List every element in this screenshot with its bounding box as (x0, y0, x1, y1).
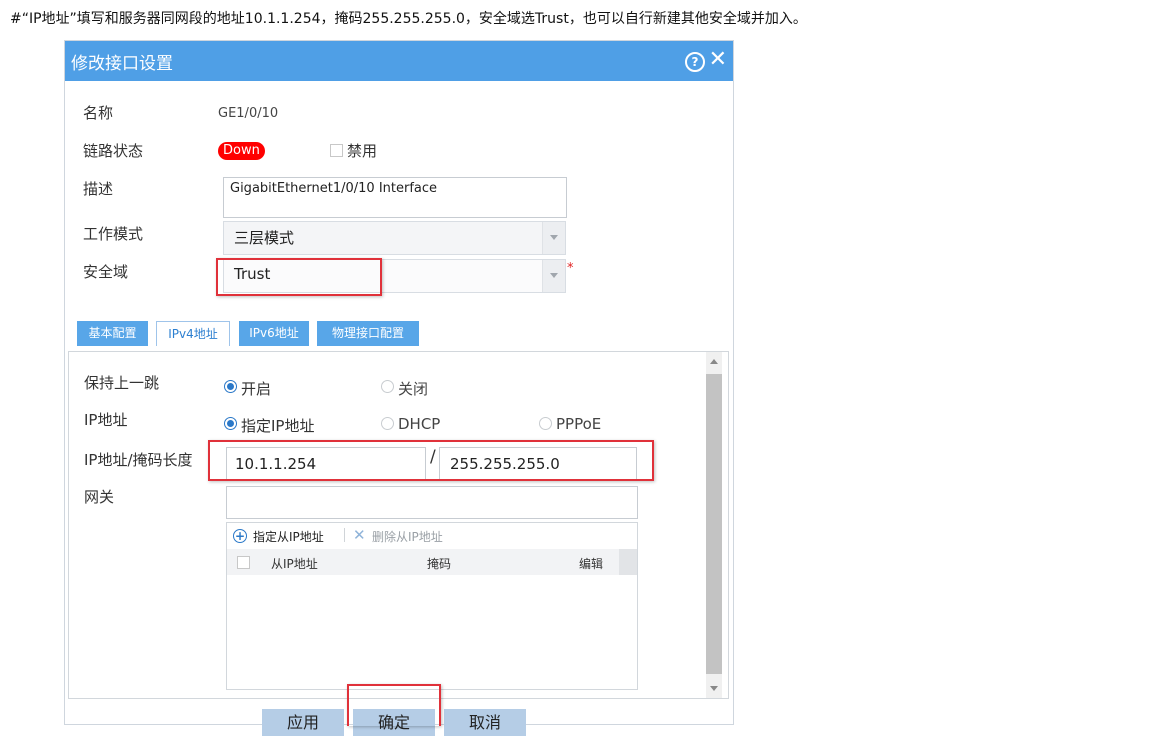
name-label: 名称 (83, 104, 114, 122)
select-all-checkbox[interactable] (237, 556, 250, 569)
disable-checkbox[interactable] (330, 144, 343, 157)
apply-button[interactable]: 应用 (262, 709, 344, 736)
help-icon[interactable]: ? (685, 52, 705, 72)
edit-interface-dialog: 修改接口设置 ? ✕ 名称 GE1/0/10 链路状态 Down 禁用 描述 G… (64, 40, 734, 736)
description-label: 描述 (83, 180, 114, 198)
secondary-ip-table: + 指定从IP地址 ✕ 删除从IP地址 从IP地址 掩码 编辑 (226, 522, 638, 690)
hop-off-label: 关闭 (398, 380, 429, 398)
chevron-down-icon[interactable] (542, 222, 565, 254)
close-icon[interactable]: ✕ (709, 47, 727, 73)
secondary-ip-toolbar: + 指定从IP地址 ✕ 删除从IP地址 (227, 523, 637, 549)
col-secondary-ip: 从IP地址 (271, 557, 318, 571)
dialog-title: 修改接口设置 (71, 54, 173, 74)
scroll-up-icon[interactable] (710, 359, 718, 364)
hop-off-radio[interactable] (381, 380, 394, 393)
dialog-header: 修改接口设置 ? ✕ (65, 41, 733, 81)
link-status-badge: Down (218, 142, 265, 160)
tab-basic-config[interactable]: 基本配置 (77, 321, 148, 346)
cancel-button[interactable]: 取消 (444, 709, 526, 736)
ip-mask-label: IP地址/掩码长度 (84, 451, 193, 469)
toolbar-divider (344, 528, 345, 542)
secondary-ip-table-header: 从IP地址 掩码 编辑 (227, 549, 637, 575)
name-value: GE1/0/10 (218, 106, 279, 121)
ip-pppoe-label: PPPoE (556, 415, 602, 433)
header-scroll-gap (619, 549, 637, 575)
hop-on-label: 开启 (241, 380, 272, 398)
add-secondary-ip-button[interactable]: 指定从IP地址 (253, 528, 324, 545)
link-status-label: 链路状态 (83, 142, 144, 160)
description-input[interactable]: GigabitEthernet1/0/10 Interface (223, 177, 567, 218)
keep-last-hop-label: 保持上一跳 (84, 374, 160, 392)
tab-ipv6-address[interactable]: IPv6地址 (239, 321, 309, 346)
tab-physical-interface[interactable]: 物理接口配置 (317, 321, 419, 346)
ip-highlight-box (208, 440, 654, 481)
ip-static-label: 指定IP地址 (241, 417, 315, 435)
ip-dhcp-label: DHCP (398, 415, 441, 433)
panel-scrollbar[interactable] (706, 352, 722, 698)
gateway-label: 网关 (84, 488, 115, 506)
work-mode-value: 三层模式 (234, 229, 295, 247)
ok-highlight-box (347, 684, 441, 726)
col-edit: 编辑 (579, 557, 604, 571)
ip-address-label: IP地址 (84, 411, 128, 429)
zone-highlight-box (216, 258, 382, 296)
instruction-caption: #“IP地址”填写和服务器同网段的地址10.1.1.254，掩码255.255.… (10, 11, 807, 27)
add-circle-icon[interactable]: + (233, 529, 247, 543)
security-zone-label: 安全域 (83, 263, 129, 281)
chevron-down-icon[interactable] (542, 260, 565, 292)
gateway-input[interactable] (226, 486, 638, 519)
ip-dhcp-radio[interactable] (381, 417, 394, 430)
col-mask: 掩码 (427, 557, 452, 571)
ipv4-panel: 保持上一跳 开启 关闭 IP地址 指定IP地址 DHCP PPPoE IP地址/… (68, 351, 729, 699)
work-mode-select[interactable]: 三层模式 (223, 221, 566, 255)
hop-on-radio[interactable] (224, 380, 237, 393)
ip-static-radio[interactable] (224, 417, 237, 430)
scroll-down-icon[interactable] (710, 686, 718, 691)
delete-secondary-ip-button[interactable]: 删除从IP地址 (372, 528, 443, 545)
tab-ipv4-address[interactable]: IPv4地址 (156, 321, 230, 346)
disable-label: 禁用 (347, 142, 378, 160)
ip-pppoe-radio[interactable] (539, 417, 552, 430)
required-mark: * (567, 261, 574, 276)
scroll-thumb[interactable] (706, 374, 722, 674)
work-mode-label: 工作模式 (83, 225, 144, 243)
delete-x-icon[interactable]: ✕ (353, 526, 366, 544)
